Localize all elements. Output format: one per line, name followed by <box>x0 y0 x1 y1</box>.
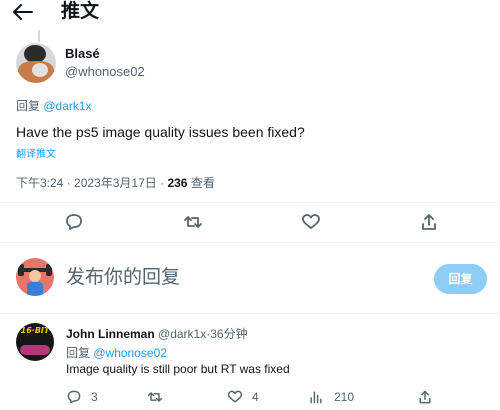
retweet-button[interactable] <box>183 212 203 232</box>
share-icon <box>422 214 436 230</box>
divider <box>0 202 500 203</box>
separator-dot: · <box>66 176 71 190</box>
reply-button-label: 回复 <box>448 272 473 286</box>
tweet-time[interactable]: 下午3:24 <box>16 176 63 190</box>
like-button[interactable] <box>301 212 321 232</box>
divider <box>0 313 500 314</box>
comment-button[interactable] <box>64 212 84 232</box>
reply-button[interactable]: 回复 <box>434 264 487 294</box>
tweet-text: Have the ps5 image quality issues been f… <box>16 124 305 140</box>
author-name[interactable]: Blasé <box>65 46 100 61</box>
thread-connector <box>38 30 40 42</box>
reply-age[interactable]: 36分钟 <box>210 327 247 341</box>
tweet-meta: 下午3:24 · 2023年3月17日 · 236 查看 <box>16 174 215 191</box>
avatar[interactable] <box>16 43 56 83</box>
reply-target-link[interactable]: @dark1x <box>43 99 91 113</box>
translate-link[interactable]: 翻译推文 <box>16 145 56 160</box>
reply-share-button[interactable] <box>417 389 433 405</box>
tweet-date[interactable]: 2023年3月17日 <box>74 176 157 190</box>
comment-icon <box>67 390 81 404</box>
composer-avatar[interactable] <box>16 258 54 296</box>
reply-header: John Linneman @dark1x·36分钟 <box>66 325 248 342</box>
back-arrow-icon <box>13 4 33 20</box>
retweet-icon <box>184 216 202 228</box>
like-icon <box>302 214 320 229</box>
reply-text: Image quality is still poor but RT was f… <box>66 362 290 376</box>
divider <box>0 242 500 243</box>
reply-comment-button[interactable]: 3 <box>66 389 98 405</box>
reply-comment-count: 3 <box>91 390 98 404</box>
comment-icon <box>66 214 82 230</box>
reply-avatar[interactable]: 16·BIT <box>16 323 54 361</box>
views-icon <box>310 391 322 404</box>
page-title: 推文 <box>61 1 100 22</box>
reply-like-button[interactable]: 4 <box>227 389 259 405</box>
share-button[interactable] <box>419 212 439 232</box>
reply-target-link[interactable]: @whonose02 <box>93 346 167 360</box>
reply-replying-to: 回复 @whonose02 <box>66 344 167 361</box>
reply-prefix: 回复 <box>16 99 41 113</box>
replying-to: 回复 @dark1x <box>16 97 92 114</box>
back-button[interactable] <box>12 2 36 24</box>
author-handle[interactable]: @whonose02 <box>65 64 145 79</box>
reply-author-handle[interactable]: @dark1x <box>158 327 206 341</box>
views-count[interactable]: 236 <box>167 176 187 190</box>
reply-retweet-button[interactable] <box>147 389 172 405</box>
reply-views-button[interactable]: 210 <box>308 389 354 405</box>
reply-input[interactable]: 发布你的回复 <box>66 266 406 290</box>
reply-views-count: 210 <box>334 390 355 404</box>
reply-like-count: 4 <box>252 390 259 404</box>
share-icon <box>419 390 431 404</box>
reply-prefix: 回复 <box>66 346 91 360</box>
separator-dot: · <box>160 176 165 190</box>
views-label: 查看 <box>190 176 215 190</box>
retweet-icon <box>147 392 163 402</box>
reply-author-name[interactable]: John Linneman <box>66 327 155 341</box>
like-icon <box>227 390 243 403</box>
